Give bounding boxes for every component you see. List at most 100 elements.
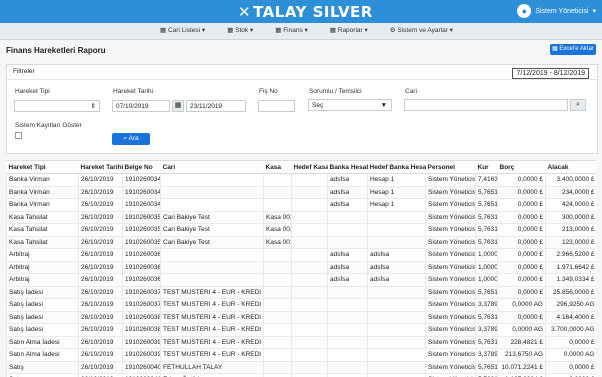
menu-cari-listesi[interactable]: ▦ Cari Listesi ▾ <box>160 26 205 34</box>
column-header[interactable]: Hareket Tarihi <box>79 161 123 174</box>
menu-finans[interactable]: ▦ Finans ▾ <box>275 26 308 34</box>
table-row[interactable]: Satış İadesi26/10/20191910260037TEST MUS… <box>7 299 597 312</box>
table-row[interactable]: Kasa Tahsilat26/10/20191910260035Cari Ba… <box>7 224 597 237</box>
date-from-input[interactable]: 07/10/2019 <box>112 100 170 112</box>
column-header[interactable]: Borç <box>498 161 546 174</box>
table-cell <box>292 349 328 362</box>
search-icon[interactable]: ⌕ <box>570 99 586 111</box>
label-hareket-tipi: Hareket Tipi <box>15 88 50 95</box>
search-button[interactable]: ⌕ Ara <box>112 133 150 145</box>
table-cell <box>292 236 328 249</box>
column-header[interactable]: Hedef Kasa <box>292 161 328 174</box>
column-header[interactable]: Hareket Tipi <box>7 161 79 174</box>
table-row[interactable]: Satış İadesi26/10/20191910260038TEST MUS… <box>7 324 597 337</box>
column-header[interactable]: Kur <box>476 161 498 174</box>
user-name: Sistem Yöneticisi <box>535 8 588 15</box>
table-cell <box>292 361 328 374</box>
table-row[interactable]: Satın Alma İadesi26/10/20191910260039TES… <box>7 349 597 362</box>
table-cell: 234,0000 £ <box>546 186 597 199</box>
table-cell: 1910260035 <box>123 211 161 224</box>
table-cell: 5,7631 <box>476 336 498 349</box>
column-header[interactable]: Personel <box>426 161 476 174</box>
table-cell: 26/10/2019 <box>79 199 123 212</box>
table-cell <box>264 199 292 212</box>
excel-export-button[interactable]: ▦ Excel'e Aktar <box>550 44 596 55</box>
app-logo[interactable]: ✕TALAY SILVER <box>238 3 373 21</box>
table-cell: 1910260039 <box>123 336 161 349</box>
table-cell <box>368 236 426 249</box>
table-cell <box>328 361 368 374</box>
user-menu[interactable]: ● Sistem Yöneticisi ▾ <box>517 4 596 18</box>
table-cell: Banka Virman <box>7 186 79 199</box>
table-cell: 0,0000 £ <box>498 261 546 274</box>
date-to-input[interactable]: 23/11/2019 <box>186 100 246 112</box>
list-icon: ▦ <box>160 27 166 34</box>
logo-text: TALAY SILVER <box>253 3 373 21</box>
column-header[interactable]: Belge No <box>123 161 161 174</box>
table-row[interactable]: Arbitraj26/10/20191910260036adsfsaadsfsa… <box>7 261 597 274</box>
table-cell <box>292 174 328 187</box>
table-cell: 3.400,0000 £ <box>546 174 597 187</box>
page-title: Finans Hareketleri Raporu <box>6 46 106 55</box>
table-cell: 1,0000 <box>476 261 498 274</box>
chevron-updown-icon: ⇕ <box>91 101 96 113</box>
column-header[interactable]: Cari <box>161 161 264 174</box>
table-cell: Erhan Öztürk <box>161 374 264 377</box>
table-cell: Satış İadesi <box>7 286 79 299</box>
table-row[interactable]: Kasa Tahsilat26/10/20191910260035Cari Ba… <box>7 236 597 249</box>
table-cell: 0,0000 £ <box>498 211 546 224</box>
table-row[interactable]: Kasa Tahsilat26/10/20191910260035Cari Ba… <box>7 211 597 224</box>
table-cell: 1910260041 <box>123 374 161 377</box>
table-cell <box>328 324 368 337</box>
table-row[interactable]: Satın Alma İadesi26/10/20191910260039TES… <box>7 336 597 349</box>
cari-search-input[interactable] <box>404 99 568 111</box>
table-cell: adsfsa <box>328 261 368 274</box>
table-row[interactable]: Satış İadesi26/10/20191910260037TEST MUS… <box>7 286 597 299</box>
chevron-down-icon: ▾ <box>592 7 596 15</box>
table-cell: 5,7651 <box>476 186 498 199</box>
results-table-container[interactable]: Hareket TipiHareket TarihiBelge NoCariKa… <box>6 160 596 377</box>
column-header[interactable]: Banka Hesabı <box>328 161 368 174</box>
menu-sistem-ayarlar[interactable]: ⚙ Sistem ve Ayarlar ▾ <box>390 26 453 34</box>
table-cell: 5,7631 <box>476 311 498 324</box>
table-row[interactable]: Arbitraj26/10/20191910260036adsfsaadsfsa… <box>7 249 597 262</box>
table-row[interactable]: Satış İadesi26/10/20191910260038TEST MUS… <box>7 311 597 324</box>
table-cell <box>161 249 264 262</box>
column-header[interactable]: Hedef Banka Hesabı <box>368 161 426 174</box>
excel-icon: ▦ <box>552 46 558 52</box>
fis-no-input[interactable] <box>258 100 295 112</box>
table-cell: 1910260038 <box>123 311 161 324</box>
table-cell: 26/10/2019 <box>79 224 123 237</box>
menu-stok[interactable]: ▦ Stok ▾ <box>227 26 253 34</box>
table-cell: 25.856,0000 £ <box>546 286 597 299</box>
table-cell <box>264 186 292 199</box>
column-header[interactable]: Kasa <box>264 161 292 174</box>
date-range-picker[interactable]: 7/12/2019 - 8/12/2019 <box>512 68 589 79</box>
table-header-row: Hareket TipiHareket TarihiBelge NoCariKa… <box>7 161 597 174</box>
table-cell <box>264 374 292 377</box>
table-row[interactable]: Banka Virman26/10/20191910260034adsfsaHe… <box>7 199 597 212</box>
table-row[interactable]: Satış26/10/20191910260040FETHULLAH TALAY… <box>7 361 597 374</box>
hareket-tipi-select[interactable]: ⇕ <box>14 100 100 112</box>
table-row[interactable]: Banka Virman26/10/20191910260034adsfsaHe… <box>7 174 597 187</box>
table-cell: adsfsa <box>328 174 368 187</box>
table-cell: 228,4821 £ <box>498 336 546 349</box>
table-row[interactable]: Banka Virman26/10/20191910260034adsfsaHe… <box>7 186 597 199</box>
menu-raporlar[interactable]: ▦ Raporlar ▾ <box>330 26 368 34</box>
table-cell: Satış İadesi <box>7 311 79 324</box>
label-fis-no: Fiş No <box>259 88 278 95</box>
table-cell <box>292 274 328 287</box>
table-cell <box>368 286 426 299</box>
sorumlu-select[interactable]: Seç▼ <box>308 99 392 111</box>
table-cell: 1.349,0334 £ <box>546 274 597 287</box>
column-header[interactable]: Alacak <box>546 161 597 174</box>
table-cell: Hesap 1 <box>368 174 426 187</box>
sistem-kayitlari-checkbox[interactable] <box>15 132 22 139</box>
table-row[interactable]: Satış26/10/20191910260041Erhan ÖztürkSis… <box>7 374 597 377</box>
table-cell: 424,0000 £ <box>546 199 597 212</box>
calendar-icon[interactable]: ▦ <box>172 100 184 112</box>
table-row[interactable]: Arbitraj26/10/20191910260036adsfsaadsfsa… <box>7 274 597 287</box>
table-cell: 0,0000 £ <box>546 361 597 374</box>
table-cell <box>264 361 292 374</box>
table-cell: Cari Bakiye Test <box>161 236 264 249</box>
